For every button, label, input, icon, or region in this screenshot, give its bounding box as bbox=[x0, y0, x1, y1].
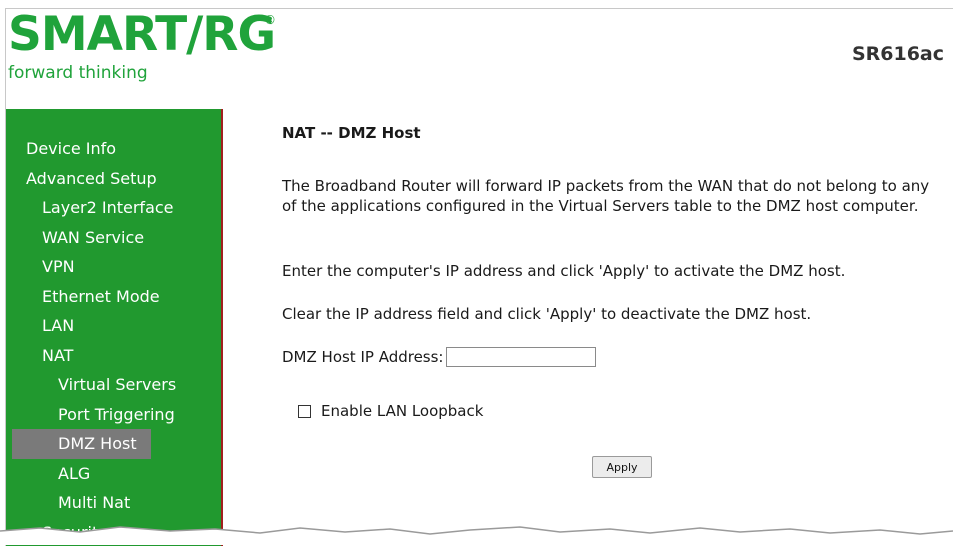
sidebar-item-ethernet-mode[interactable]: Ethernet Mode bbox=[6, 282, 221, 312]
smartrg-logo: SMART/RG ® forward thinking bbox=[8, 13, 298, 93]
sidebar-item-nat[interactable]: NAT bbox=[6, 341, 221, 371]
logo-text: SMART/RG bbox=[8, 7, 275, 62]
model-name: SR616ac bbox=[852, 43, 944, 65]
sidebar-item-dmz-host[interactable]: DMZ Host bbox=[12, 429, 151, 459]
dmz-ip-row: DMZ Host IP Address: bbox=[282, 345, 596, 369]
sidebar-item-virtual-servers[interactable]: Virtual Servers bbox=[6, 370, 221, 400]
sidebar-item-port-triggering[interactable]: Port Triggering bbox=[6, 400, 221, 430]
sidebar: Device Info Advanced Setup Layer2 Interf… bbox=[6, 109, 223, 546]
sidebar-item-layer2-interface[interactable]: Layer2 Interface bbox=[6, 193, 221, 223]
dmz-host-ip-input[interactable] bbox=[446, 347, 596, 367]
sidebar-item-lan[interactable]: LAN bbox=[6, 311, 221, 341]
sidebar-item-device-info[interactable]: Device Info bbox=[6, 134, 221, 164]
logo-tagline: forward thinking bbox=[8, 63, 148, 83]
header: SMART/RG ® forward thinking SR616ac bbox=[6, 9, 953, 109]
deactivate-instruction: Clear the IP address field and click 'Ap… bbox=[282, 304, 947, 324]
torn-edge bbox=[0, 523, 953, 545]
dmz-ip-label: DMZ Host IP Address: bbox=[282, 348, 443, 366]
lan-loopback-label: Enable LAN Loopback bbox=[321, 402, 483, 420]
sidebar-item-advanced-setup[interactable]: Advanced Setup bbox=[6, 164, 221, 194]
sidebar-item-alg[interactable]: ALG bbox=[6, 459, 221, 489]
logo-registered-mark: ® bbox=[264, 13, 276, 27]
sidebar-item-multi-nat[interactable]: Multi Nat bbox=[6, 488, 221, 518]
lan-loopback-row: Enable LAN Loopback bbox=[298, 402, 483, 420]
page-title: NAT -- DMZ Host bbox=[282, 124, 421, 142]
activate-instruction: Enter the computer's IP address and clic… bbox=[282, 261, 947, 281]
apply-button[interactable]: Apply bbox=[592, 456, 652, 478]
lan-loopback-checkbox[interactable] bbox=[298, 405, 311, 418]
sidebar-item-wan-service[interactable]: WAN Service bbox=[6, 223, 221, 253]
dmz-description: The Broadband Router will forward IP pac… bbox=[282, 176, 947, 216]
sidebar-nav: Device Info Advanced Setup Layer2 Interf… bbox=[6, 134, 221, 547]
sidebar-item-vpn[interactable]: VPN bbox=[6, 252, 221, 282]
